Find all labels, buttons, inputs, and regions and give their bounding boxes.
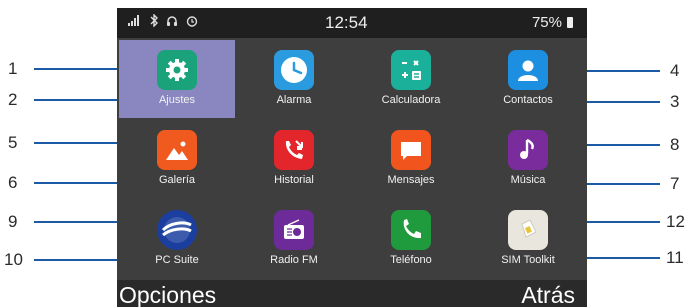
app-grid: Ajustes Alarma Calculadora Contactos Gal… (117, 40, 587, 280)
status-bar: 12:54 75% (117, 8, 587, 38)
callout-number-12: 12 (666, 212, 685, 231)
bluetooth-icon (149, 14, 159, 27)
callout-number-4: 4 (670, 61, 680, 80)
app-musica[interactable]: Música (470, 120, 586, 198)
status-time: 12:54 (325, 13, 368, 32)
app-label: PC Suite (155, 254, 199, 266)
radio-icon (274, 210, 314, 250)
app-label: Radio FM (270, 254, 318, 266)
call-history-icon (274, 130, 314, 170)
callout-number-2: 2 (8, 90, 18, 109)
gallery-icon (157, 130, 197, 170)
app-radio-fm[interactable]: Radio FM (236, 200, 352, 278)
app-label: Mensajes (387, 174, 435, 186)
app-telefono[interactable]: Teléfono (353, 200, 469, 278)
callout-number-5: 5 (8, 133, 18, 152)
app-historial[interactable]: Historial (236, 120, 352, 198)
app-label: Galería (158, 174, 196, 186)
headset-icon (166, 15, 178, 27)
back-softkey[interactable]: Atrás (521, 282, 575, 307)
alarm-clock-icon (186, 15, 198, 27)
signal-icon (127, 15, 141, 27)
app-mensajes[interactable]: Mensajes (353, 120, 469, 198)
pc-suite-icon (157, 210, 197, 250)
app-label: Historial (274, 174, 314, 186)
options-softkey[interactable]: Opciones (119, 282, 216, 307)
app-ajustes[interactable]: Ajustes (119, 40, 235, 118)
battery-indicator: 75% (532, 14, 573, 31)
app-galeria[interactable]: Galería (119, 120, 235, 198)
sim-card-icon (508, 210, 548, 250)
callout-number-6: 6 (8, 173, 18, 192)
app-alarma[interactable]: Alarma (236, 40, 352, 118)
app-label: Contactos (503, 94, 553, 106)
status-icons (127, 14, 198, 30)
app-label: Alarma (276, 94, 312, 106)
music-note-icon (508, 130, 548, 170)
callout-number-11: 11 (666, 248, 684, 267)
battery-icon (567, 17, 573, 28)
app-label: Música (510, 174, 546, 186)
app-label: SIM Toolkit (501, 254, 555, 266)
app-calculadora[interactable]: Calculadora (353, 40, 469, 118)
battery-percent: 75% (531, 14, 562, 31)
settings-gear-icon (157, 50, 197, 90)
callout-number-7: 7 (670, 174, 680, 193)
app-label: Calculadora (381, 94, 441, 106)
callout-number-1: 1 (8, 59, 18, 78)
callout-number-8: 8 (670, 135, 680, 154)
app-contactos[interactable]: Contactos (470, 40, 586, 118)
clock-icon (274, 50, 314, 90)
app-label: Teléfono (390, 254, 432, 266)
phone-screen: 12:54 75% Ajustes Alarma Calculadora Con… (117, 8, 587, 307)
callout-number-10: 10 (4, 250, 23, 269)
callout-number-9: 9 (8, 212, 18, 231)
app-sim-toolkit[interactable]: SIM Toolkit (470, 200, 586, 278)
app-pc-suite[interactable]: PC Suite (119, 200, 235, 278)
calculator-icon (391, 50, 431, 90)
callout-number-3: 3 (670, 92, 680, 111)
phone-icon (391, 210, 431, 250)
softkey-bar: Opciones Atrás (117, 280, 587, 307)
contact-person-icon (508, 50, 548, 90)
message-icon (391, 130, 431, 170)
app-label: Ajustes (158, 94, 196, 106)
